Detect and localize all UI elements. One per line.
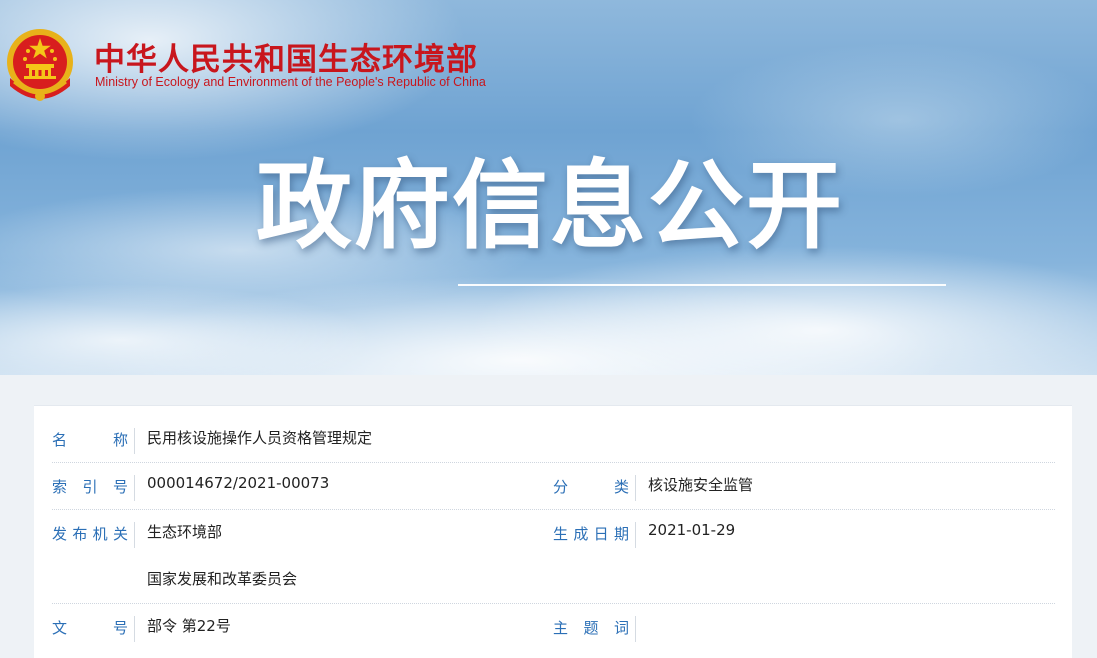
doc-no-value: 部令 第22号 (147, 617, 231, 635)
index-label: 索引号 (52, 478, 128, 496)
row-divider (134, 475, 135, 501)
date-value: 2021-01-29 (648, 521, 736, 539)
document-info-panel: 名 称 民用核设施操作人员资格管理规定 索引号 000014672/2021-0… (34, 405, 1072, 658)
info-row-issuer: 发布机关 生态环境部 国家发展和改革委员会 生成日期 2021-01-29 (52, 510, 1055, 604)
row-divider (635, 616, 636, 642)
row-divider (134, 428, 135, 454)
row-divider (134, 616, 135, 642)
info-row-name: 名 称 民用核设施操作人员资格管理规定 (52, 416, 1055, 463)
name-label: 名 称 (52, 431, 128, 449)
site-title[interactable]: 中华人民共和国生态环境部 (94, 34, 478, 79)
site-subtitle: Ministry of Ecology and Environment of t… (95, 75, 486, 89)
header-banner: 中华人民共和国生态环境部 Ministry of Ecology and Env… (0, 0, 1097, 375)
category-value: 核设施安全监管 (648, 476, 754, 494)
issuer-value-2: 国家发展和改革委员会 (147, 570, 298, 588)
info-row-index: 索引号 000014672/2021-00073 分 类 核设施安全监管 (52, 463, 1055, 510)
hero-title: 政府信息公开 (256, 150, 844, 262)
row-divider (635, 522, 636, 548)
keywords-label: 主题词 (553, 619, 629, 637)
issuer-value-1: 生态环境部 (147, 523, 223, 541)
index-value: 000014672/2021-00073 (147, 474, 330, 492)
date-label: 生成日期 (553, 525, 629, 543)
row-divider (134, 522, 135, 548)
row-divider (635, 475, 636, 501)
national-emblem-icon[interactable] (4, 26, 76, 104)
name-value: 民用核设施操作人员资格管理规定 (147, 429, 373, 447)
info-row-doc-no: 文 号 部令 第22号 主题词 (52, 604, 1055, 651)
category-label: 分 类 (553, 478, 629, 496)
issuer-label: 发布机关 (52, 525, 128, 543)
doc-no-label: 文 号 (52, 619, 128, 637)
hero-divider (458, 284, 946, 286)
